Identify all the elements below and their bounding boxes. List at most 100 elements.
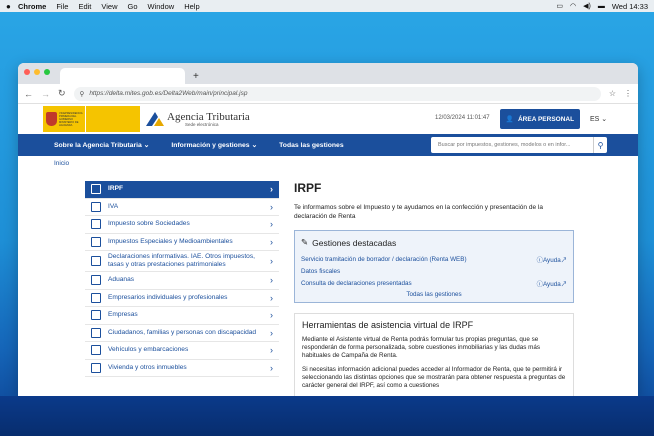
sidebar-item[interactable]: IVA ›	[85, 199, 279, 216]
irpf-icon	[91, 184, 101, 195]
edit-icon: ✎	[301, 237, 309, 247]
sidebar-item-label: IRPF	[108, 185, 124, 193]
agencia-tributaria-mark-icon	[146, 112, 164, 126]
browser-menu-icon[interactable]: ⋮	[624, 89, 632, 98]
sidebar-item-label: Declaraciones informativas. IAE. Otros i…	[108, 253, 255, 268]
menubar-status-area: ▭ ◠ ◀) ▬ Wed 14:33	[556, 2, 648, 11]
address-bar[interactable]: ⚲ https://delta.mites.gob.es/Delta2Web/m…	[73, 86, 601, 101]
browser-toolbar: ← → ↻ ⚲ https://delta.mites.gob.es/Delta…	[18, 84, 638, 104]
chevron-down-icon: ⌄	[601, 116, 608, 123]
search-icon[interactable]: ⚲	[593, 137, 607, 153]
sidebar-item[interactable]: Vivienda y otros inmuebles ›	[85, 360, 279, 377]
chevron-right-icon: ›	[270, 310, 273, 321]
battery-icon[interactable]: ▬	[598, 3, 605, 10]
aduanas-icon	[91, 275, 101, 286]
site-info-icon[interactable]: ⚲	[80, 90, 85, 98]
sidebar-item[interactable]: Declaraciones informativas. IAE. Otros i…	[85, 251, 279, 272]
vehiculos-icon	[91, 345, 101, 356]
header-datetime: 12/03/2024 11:01:47	[435, 115, 490, 121]
page-intro: Te informamos sobre el Impuesto y te ayu…	[294, 204, 543, 220]
menu-go[interactable]: Go	[128, 2, 138, 11]
browser-tab[interactable]	[60, 68, 185, 84]
sidebar-item[interactable]: IRPF ›	[85, 181, 279, 199]
apple-icon[interactable]: ●	[6, 2, 14, 11]
area-personal-button[interactable]: 👤 ÁREA PERSONAL	[500, 109, 580, 129]
sidebar-item[interactable]: Impuestos Especiales y Medioambientales ›	[85, 234, 279, 251]
asistencia-virtual-box: Herramientas de asistencia virtual de IR…	[294, 313, 574, 396]
gestiones-title: ✎ Gestiones destacadas	[301, 237, 567, 248]
menu-app-name[interactable]: Chrome	[18, 2, 46, 11]
maximize-window-button[interactable]	[44, 69, 50, 75]
language-selector[interactable]: ES ⌄	[590, 115, 607, 123]
sidebar-item[interactable]: Empresarios individuales y profesionales…	[85, 290, 279, 307]
chevron-right-icon: ›	[270, 275, 273, 286]
volume-icon[interactable]: ◀)	[583, 2, 591, 10]
chevron-right-icon: ›	[270, 362, 273, 373]
page-title: IRPF	[294, 181, 322, 195]
sidebar-item[interactable]: Aduanas ›	[85, 272, 279, 290]
sidebar-item[interactable]: Vehículos y embarcaciones ›	[85, 342, 279, 360]
back-icon[interactable]: ←	[24, 89, 33, 99]
site-search[interactable]: Buscar por impuestos, gestiones, modelos…	[431, 137, 607, 153]
gestion-link[interactable]: Servicio tramitación de borrador / decla…	[301, 256, 467, 263]
todas-gestiones-link[interactable]: Todas las gestiones	[301, 291, 567, 298]
gestion-row[interactable]: Datos fiscales	[301, 265, 567, 277]
ayuda-label: Ayuda	[542, 280, 561, 288]
coat-of-arms-icon	[46, 112, 57, 126]
sidebar-item-label: Aduanas	[108, 276, 135, 284]
chevron-right-icon: ›	[270, 327, 273, 338]
menu-help[interactable]: Help	[184, 2, 199, 11]
language-label: ES	[590, 116, 600, 123]
nav-sobre-agencia[interactable]: Sobre la Agencia Tributaria ⌄	[54, 141, 149, 149]
window-controls	[24, 69, 50, 75]
macos-menu-bar: ● Chrome File Edit View Go Window Help ▭…	[0, 0, 654, 12]
asistencia-paragraph-1: Mediante el Asistente virtual de Renta p…	[302, 336, 541, 359]
agencia-tributaria-logo[interactable]: Agencia Tributaria Sede electrónica	[146, 110, 250, 127]
gestion-link[interactable]: Consulta de declaraciones presentadas	[301, 280, 412, 287]
menu-file[interactable]: File	[56, 2, 68, 11]
sidebar-item[interactable]: Ciudadanos, familias y personas con disc…	[85, 325, 279, 342]
sidebar-item-label: Empresarios individuales y profesionales	[108, 293, 228, 301]
declaraciones-icon	[91, 256, 101, 266]
asistencia-title: Herramientas de asistencia virtual de IR…	[302, 320, 474, 330]
ayuda-link[interactable]: ⓘAyuda↗	[537, 279, 567, 288]
gestiones-title-text: Gestiones destacadas	[312, 237, 397, 248]
gestion-row[interactable]: Consulta de declaraciones presentadas ⓘA…	[301, 277, 567, 289]
bookmark-star-icon[interactable]: ☆	[609, 89, 616, 98]
gestion-link[interactable]: Datos fiscales	[301, 268, 340, 275]
close-window-button[interactable]	[24, 69, 30, 75]
gobierno-logo[interactable]: VICEPRESIDENCIA PRIMERA DEL GOBIERNO MIN…	[43, 106, 85, 132]
nav-label: Información y gestiones	[171, 142, 250, 149]
sidebar-item-label: Ciudadanos, familias y personas con disc…	[108, 328, 257, 336]
sociedades-icon	[91, 219, 101, 230]
menu-view[interactable]: View	[101, 2, 117, 11]
chevron-right-icon: ›	[270, 292, 273, 303]
nav-informacion-gestiones[interactable]: Información y gestiones ⌄	[171, 141, 257, 149]
menu-edit[interactable]: Edit	[78, 2, 91, 11]
reload-icon[interactable]: ↻	[58, 88, 66, 99]
search-input[interactable]: Buscar por impuestos, gestiones, modelos…	[438, 142, 570, 148]
minimize-window-button[interactable]	[34, 69, 40, 75]
address-url: https://delta.mites.gob.es/Delta2Web/mai…	[89, 90, 248, 97]
sidebar-item-label: Empresas	[108, 311, 138, 319]
menu-window[interactable]: Window	[148, 2, 175, 11]
ayuda-link[interactable]: ⓘAyuda↗	[537, 255, 567, 264]
breadcrumb[interactable]: Inicio	[54, 160, 69, 167]
area-personal-label: ÁREA PERSONAL	[517, 115, 575, 123]
nav-todas-gestiones[interactable]: Todas las gestiones	[279, 142, 343, 149]
chevron-right-icon: ›	[270, 184, 273, 195]
new-tab-button[interactable]: +	[193, 71, 199, 82]
tab-bar: +	[18, 63, 638, 84]
screen-mirror-icon[interactable]: ▭	[556, 2, 563, 10]
main-content: IRPF Te informamos sobre el Impuesto y t…	[294, 181, 574, 396]
sidebar-item-label: Impuesto sobre Sociedades	[108, 220, 190, 228]
agency-title: Agencia Tributaria	[167, 110, 250, 123]
menubar-clock[interactable]: Wed 14:33	[612, 2, 648, 11]
browser-window: + ← → ↻ ⚲ https://delta.mites.gob.es/Del…	[18, 63, 638, 396]
sidebar-item[interactable]: Empresas ›	[85, 307, 279, 325]
forward-icon[interactable]: →	[41, 89, 50, 99]
wifi-icon[interactable]: ◠	[570, 2, 576, 10]
gestion-row[interactable]: Servicio tramitación de borrador / decla…	[301, 253, 567, 265]
sidebar-item[interactable]: Impuesto sobre Sociedades ›	[85, 216, 279, 234]
ministerio-logo[interactable]	[86, 106, 140, 132]
